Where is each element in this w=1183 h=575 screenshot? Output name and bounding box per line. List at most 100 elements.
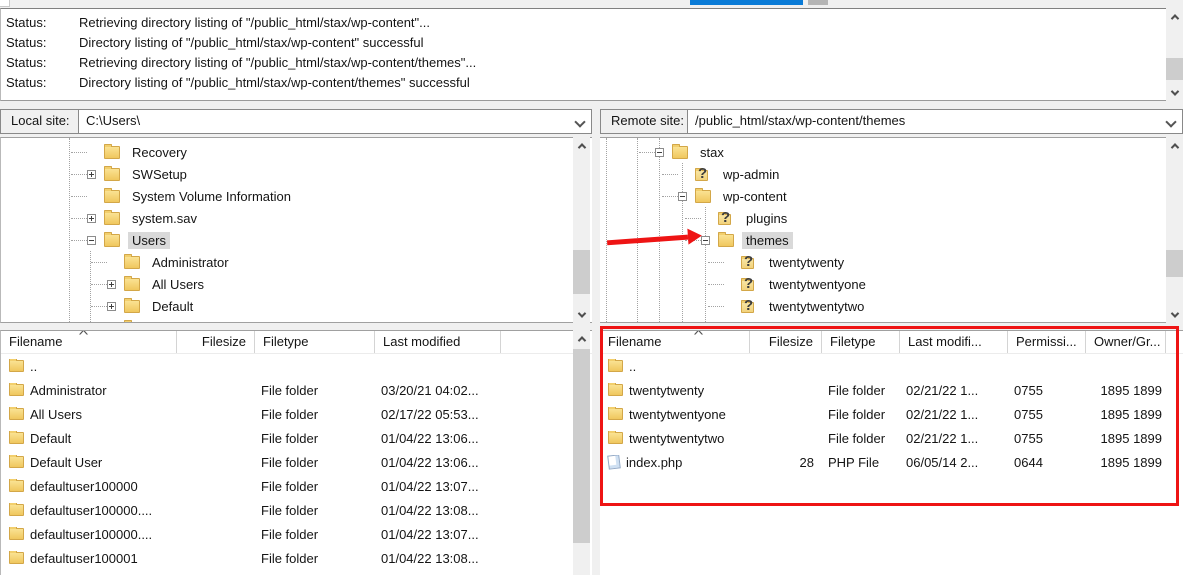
file-row[interactable]: Administrator File folder 03/20/21 04:02…: [1, 378, 592, 402]
filetype-cell: File folder: [261, 526, 319, 542]
tree-connector: [685, 217, 701, 219]
file-row[interactable]: defaultuser100001 File folder 01/04/22 1…: [1, 546, 592, 570]
scrollbar-thumb[interactable]: [1166, 58, 1183, 80]
tree-expander[interactable]: [87, 213, 96, 223]
folder-icon: [104, 231, 120, 247]
filesize-cell: 28: [799, 454, 814, 470]
tree-item[interactable]: Default: [1, 295, 592, 317]
scrollbar-thumb[interactable]: [573, 349, 590, 543]
filename-cell: index.php: [626, 454, 683, 470]
folder-icon: [608, 358, 623, 372]
local-list-scrollbar[interactable]: [573, 330, 590, 575]
scroll-up-button[interactable]: [573, 137, 590, 154]
file-row[interactable]: ..: [600, 354, 1183, 378]
column-header-modified[interactable]: Last modifi...: [900, 331, 1008, 353]
status-log-panel: Status: Retrieving directory listing of …: [0, 8, 1183, 101]
tree-item[interactable]: plugins: [600, 207, 1183, 229]
filename-cell: ..: [629, 358, 637, 374]
file-row[interactable]: Default File folder 01/04/22 13:06...: [1, 426, 592, 450]
column-header-filename[interactable]: Filename: [600, 331, 750, 353]
dropdown-arrow-icon[interactable]: [1165, 116, 1177, 128]
file-row[interactable]: twentytwenty File folder 02/21/22 1... 0…: [600, 378, 1183, 402]
file-row[interactable]: twentytwentytwo File folder 02/21/22 1..…: [600, 426, 1183, 450]
column-header-modified[interactable]: Last modified: [375, 331, 501, 353]
tree-item[interactable]: Users: [1, 229, 592, 251]
modified-cell: 01/04/22 13:06...: [381, 430, 479, 446]
tree-item[interactable]: themes: [600, 229, 1183, 251]
file-row[interactable]: defaultuser100000.... File folder 01/04/…: [1, 498, 592, 522]
status-message: Directory listing of "/public_html/stax/…: [79, 34, 424, 50]
tree-item[interactable]: All Users: [1, 273, 592, 295]
status-scrollbar[interactable]: [1166, 8, 1183, 101]
tree-expander[interactable]: [655, 147, 664, 157]
status-entry: Status: Retrieving directory listing of …: [1, 12, 1183, 32]
folder-icon: [104, 187, 120, 203]
tree-connector: [662, 173, 678, 175]
remote-tree-scrollbar[interactable]: [1166, 137, 1183, 323]
tree-item-label: Default: [152, 298, 194, 314]
filename-cell: Administrator: [30, 382, 107, 398]
tree-expander[interactable]: [87, 235, 96, 245]
tree-item[interactable]: Administrator: [1, 251, 592, 273]
scroll-up-button[interactable]: [1166, 137, 1183, 154]
folder-icon: [104, 209, 120, 225]
column-header-filetype[interactable]: Filetype: [822, 331, 900, 353]
dropdown-arrow-icon[interactable]: [574, 116, 586, 128]
file-row[interactable]: defaultuser100000.... File folder 01/04/…: [1, 522, 592, 546]
tree-item[interactable]: twentytwentyone: [600, 273, 1183, 295]
scroll-down-button[interactable]: [1166, 306, 1183, 323]
local-tree-pane: Recovery SWSetup System Volume Informati…: [0, 137, 592, 323]
local-file-list: Filename Filesize Filetype Last modified…: [0, 330, 592, 575]
scrollbar-thumb[interactable]: [1166, 250, 1183, 277]
tree-item-label: stax: [700, 144, 724, 160]
filetype-cell: File folder: [261, 478, 319, 494]
folder-icon: [9, 454, 24, 468]
local-site-combobox[interactable]: C:\Users\: [78, 109, 592, 134]
tree-item[interactable]: twentytwenty: [600, 251, 1183, 273]
qfolder-icon: [718, 209, 731, 226]
column-header-filename[interactable]: Filename: [1, 331, 177, 353]
scroll-down-button[interactable]: [573, 306, 590, 323]
tree-expander[interactable]: [701, 235, 710, 245]
tree-connector: [662, 195, 678, 197]
tree-expander[interactable]: [107, 279, 116, 289]
qfolder-icon: [741, 297, 754, 314]
tree-item[interactable]: wp-content: [600, 185, 1183, 207]
tree-item[interactable]: Recovery: [1, 141, 592, 163]
scroll-up-button[interactable]: [573, 330, 590, 347]
folder-icon: [104, 143, 120, 159]
tree-item[interactable]: twentytwentytwo: [600, 295, 1183, 317]
scroll-up-button[interactable]: [1166, 8, 1183, 25]
status-message: Retrieving directory listing of "/public…: [79, 14, 430, 30]
remote-tree-pane: stax wp-admin wp-content: [600, 137, 1183, 323]
file-row[interactable]: index.php 28 PHP File 06/05/14 2... 0644…: [600, 450, 1183, 474]
file-row[interactable]: defaultuser100000 File folder 01/04/22 1…: [1, 474, 592, 498]
column-header-permissions[interactable]: Permissi...: [1008, 331, 1086, 353]
column-header-owner[interactable]: Owner/Gr...: [1086, 331, 1166, 353]
remote-site-combobox[interactable]: /public_html/stax/wp-content/themes: [687, 109, 1183, 134]
file-row[interactable]: ..: [1, 354, 592, 378]
scrollbar-thumb[interactable]: [573, 250, 590, 294]
local-site-path: C:\Users\: [86, 113, 141, 128]
tree-item[interactable]: SWSetup: [1, 163, 592, 185]
tree-item[interactable]: wp-admin: [600, 163, 1183, 185]
column-header-filetype[interactable]: Filetype: [255, 331, 375, 353]
chevron-up-icon: [577, 335, 586, 345]
scroll-down-button[interactable]: [1166, 84, 1183, 101]
file-row[interactable]: twentytwentyone File folder 02/21/22 1..…: [600, 402, 1183, 426]
column-header-filesize[interactable]: Filesize: [177, 331, 255, 353]
tree-expander[interactable]: [87, 169, 96, 179]
column-header-filesize[interactable]: Filesize: [750, 331, 822, 353]
tree-item[interactable]: system.sav: [1, 207, 592, 229]
status-label: Status:: [6, 54, 47, 70]
local-tree-scrollbar[interactable]: [573, 137, 590, 323]
filename-cell: defaultuser100000: [30, 478, 138, 494]
tree-expander[interactable]: [107, 301, 116, 311]
file-row[interactable]: Default User File folder 01/04/22 13:06.…: [1, 450, 592, 474]
chevron-down-icon: [1170, 308, 1179, 318]
vertical-splitter[interactable]: [592, 109, 600, 575]
tree-item[interactable]: stax: [600, 141, 1183, 163]
tree-item[interactable]: System Volume Information: [1, 185, 592, 207]
file-row[interactable]: All Users File folder 02/17/22 05:53...: [1, 402, 592, 426]
tree-expander[interactable]: [678, 191, 687, 201]
